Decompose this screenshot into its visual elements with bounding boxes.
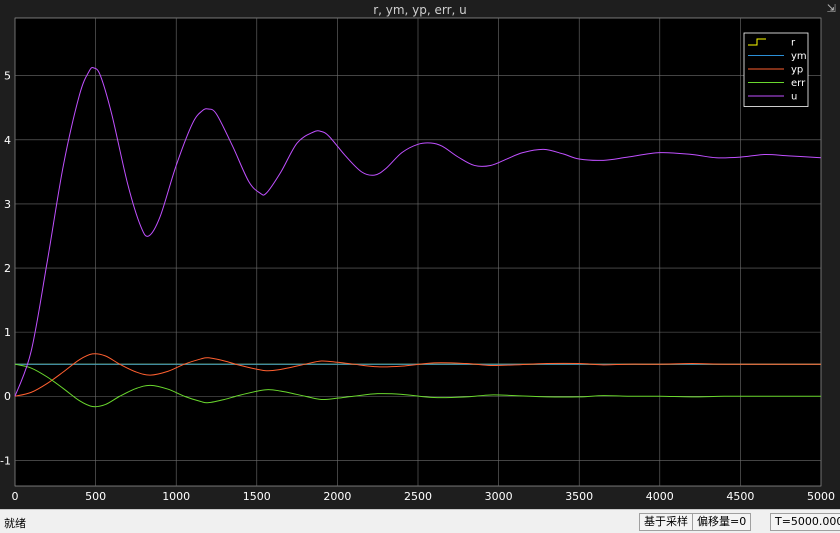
x-tick-label: 4500 — [726, 490, 754, 503]
x-tick-label: 3000 — [485, 490, 513, 503]
status-time: T=5000.000 — [770, 513, 840, 531]
legend-label: err — [791, 78, 806, 89]
y-tick-label: -1 — [0, 454, 11, 467]
legend-label: ym — [791, 51, 807, 62]
x-tick-label: 4000 — [646, 490, 674, 503]
resize-corner-icon[interactable]: ⇲ — [827, 2, 836, 15]
y-tick-label: 4 — [4, 134, 11, 147]
status-bar: 就绪 基于采样 偏移量=0 T=5000.000 — [0, 509, 840, 533]
window-title: r, ym, yp, err, u — [373, 3, 467, 17]
x-tick-label: 2500 — [404, 490, 432, 503]
scope-window: 0 500 1000 1500 2000 2500 3000 3500 4000 4500 5000… — [0, 0, 840, 533]
status-sampling: 基于采样 — [639, 513, 693, 531]
status-ready: 就绪 — [4, 517, 26, 530]
x-tick-label: 500 — [85, 490, 106, 503]
plot-canvas[interactable]: 0 500 1000 1500 2000 2500 3000 3500 4000 4500 5000… — [0, 0, 840, 510]
y-tick-label: 5 — [4, 70, 11, 83]
y-tick-label: 3 — [4, 198, 11, 211]
y-tick-label: 1 — [4, 326, 11, 339]
legend-label: u — [791, 92, 797, 103]
legend[interactable]: rymyperru — [743, 32, 809, 107]
x-tick-label: 1500 — [243, 490, 271, 503]
legend-label: yp — [791, 65, 803, 76]
x-tick-label: 3500 — [565, 490, 593, 503]
x-tick-label: 1000 — [162, 490, 190, 503]
y-tick-label: 0 — [4, 390, 11, 403]
x-tick-label: 5000 — [807, 490, 835, 503]
status-offset: 偏移量=0 — [692, 513, 752, 531]
y-tick-label: 2 — [4, 262, 11, 275]
x-tick-label: 0 — [12, 490, 19, 503]
x-tick-label: 2000 — [323, 490, 351, 503]
